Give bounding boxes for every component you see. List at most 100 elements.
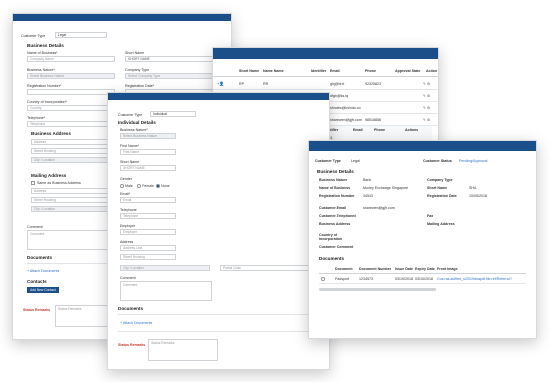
cell-email: shrutes@ksindo.co <box>330 106 361 110</box>
cell-email: dfgh@ks.tq <box>330 94 349 98</box>
street-input[interactable]: Street Housing <box>120 254 176 260</box>
gender-female-radio[interactable] <box>137 184 141 188</box>
business-street-input[interactable]: Street Housing <box>31 148 115 154</box>
window-header-bar <box>309 141 536 151</box>
row-action-icons[interactable]: ✎ ⚙ <box>423 118 430 122</box>
email-input[interactable]: Email <box>120 197 176 203</box>
table-header: Short Name Name Name Identifier Email Ph… <box>213 65 438 77</box>
table-row[interactable]: +👤 RP RR ghj@bl.tt 92325823 ✎ ⚙ <box>213 78 438 90</box>
business-nature-select[interactable]: Select Business Nature <box>27 73 115 79</box>
doc-select-radio[interactable] <box>321 277 325 281</box>
detail-key: Mailing Address <box>427 222 455 226</box>
same-as-business-checkbox[interactable] <box>31 181 35 185</box>
detail-key: Business Address <box>319 222 351 226</box>
customer-type-select[interactable]: Individual <box>150 111 196 117</box>
registration-number-input[interactable] <box>27 89 115 95</box>
expand-user-icon[interactable]: +👤 <box>217 81 224 86</box>
customer-type-label: Customer Type <box>21 34 46 38</box>
mailing-city-input[interactable]: City / Location <box>31 206 115 212</box>
telephone-label: Telephone* <box>27 116 45 120</box>
telephone-input[interactable]: Telephone <box>27 121 115 127</box>
detail-key: Name of Business <box>319 186 351 190</box>
col-short-name[interactable]: Short Name <box>239 69 259 73</box>
company-type-select[interactable]: Select Company Type <box>125 73 213 79</box>
col-identifier[interactable]: Identifier <box>311 69 326 73</box>
sub-col-phone: Phone <box>374 128 385 132</box>
col-phone[interactable]: Phone <box>365 69 376 73</box>
sub-col-actions: Actions <box>405 128 419 132</box>
status-remarks-label: Status Remarks <box>118 343 146 347</box>
registration-number-label: Registration Number* <box>27 84 62 88</box>
detail-value: Money Exchange Singapore <box>363 186 409 190</box>
window-header-bar <box>13 14 231 21</box>
comment-textarea[interactable]: Comment <box>120 281 212 301</box>
doc-cell-front-image-link[interactable]: Cus.ras.ad/ifmt_s/2019dnapdf.file.ref/Re… <box>437 277 527 281</box>
attach-documents-link[interactable]: + Attach Documents <box>27 269 59 273</box>
cell-name: RR <box>263 82 269 86</box>
business-address-heading: Business Address <box>31 131 71 136</box>
col-action[interactable]: Action <box>426 69 437 73</box>
detail-key: Short Name <box>427 186 448 190</box>
country-input[interactable]: Country <box>27 105 115 111</box>
horizontal-scrollbar[interactable] <box>319 288 436 291</box>
documents-table-row[interactable]: Passport 1234573 03/10/2018 03/10/2018 C… <box>319 275 526 284</box>
documents-table-header: Document Document Number Issue Date Expi… <box>319 265 526 274</box>
customer-type-select[interactable]: Legal <box>55 32 107 38</box>
comment-textarea[interactable]: Comment <box>27 230 119 250</box>
gender-none-radio[interactable] <box>156 184 160 188</box>
detail-key: Customer Comment <box>319 245 354 249</box>
telephone-input[interactable]: Telephone <box>120 213 176 219</box>
business-details-heading: Business Details <box>27 43 64 48</box>
detail-key: Business Nature <box>319 178 348 182</box>
short-name-input[interactable]: SHORT NAME <box>120 165 176 171</box>
detail-value: 34543 <box>363 194 373 198</box>
business-address-input[interactable]: Address <box>31 139 115 145</box>
customer-type-label: Customer Type <box>118 113 143 117</box>
detail-key: Registration Date <box>427 194 457 198</box>
row-action-icons[interactable]: ✎ ⚙ <box>423 94 430 98</box>
customer-type-label: Customer Type <box>315 159 341 163</box>
mailing-street-input[interactable]: Street Housing <box>31 197 115 203</box>
mailing-address-heading: Mailing Address <box>31 173 67 178</box>
status-remarks-textarea[interactable]: Status Remarks <box>148 339 218 361</box>
telephone-label: Telephone <box>120 208 137 212</box>
cell-short-name: RP <box>239 82 244 86</box>
employer-label: Employer <box>120 224 136 228</box>
business-nature-label: Business Nature* <box>120 128 148 132</box>
detail-key: Customer.Email <box>319 206 347 210</box>
attach-documents-link[interactable]: + Attach Documents <box>120 321 152 325</box>
name-of-business-input[interactable]: Company Name <box>27 56 115 62</box>
business-nature-select[interactable]: Select Business Nature <box>120 133 176 139</box>
short-name-label: Short Name <box>125 51 145 55</box>
col-name[interactable]: Name Name <box>263 69 284 73</box>
gender-label: Gender <box>120 177 132 181</box>
doc-cell-number: 1234573 <box>359 277 373 281</box>
row-action-icons[interactable]: ✎ ⚙ <box>423 82 430 86</box>
address-input[interactable]: Address Line <box>120 245 176 251</box>
gender-none-label: None <box>161 184 170 188</box>
col-email[interactable]: Email <box>330 69 340 73</box>
divider <box>118 331 318 332</box>
business-nature-label: Business Nature* <box>27 68 55 72</box>
mailing-address-input[interactable]: Address <box>31 188 115 194</box>
documents-heading: Documents <box>27 255 53 260</box>
customer-status-value: Pending/Approval <box>459 159 488 163</box>
first-name-input[interactable]: First Name <box>120 149 176 155</box>
business-city-input[interactable]: City / Location <box>31 157 115 163</box>
short-name-input[interactable]: SHORT NAME <box>125 56 213 62</box>
comment-label: Comment <box>27 225 43 229</box>
add-new-contact-button[interactable]: Add New Contact <box>27 287 59 293</box>
row-action-icons[interactable]: ✎ ⚙ <box>423 106 430 110</box>
gender-male-radio[interactable] <box>120 184 124 188</box>
col-approval-state[interactable]: Approval State <box>395 69 420 73</box>
cell-phone: 98518856 <box>365 118 381 122</box>
same-as-business-label: Same as Business Address <box>37 181 81 185</box>
employer-input[interactable]: Employer <box>120 229 176 235</box>
city-select[interactable]: City / Location <box>120 265 210 271</box>
cell-email: ghj@bl.tt <box>330 82 345 86</box>
status-remarks-label: Status Remarks <box>23 308 51 312</box>
postal-code-input[interactable]: Postal Code <box>220 265 310 271</box>
registration-date-label: Registration Date* <box>125 84 155 88</box>
detail-key: Registration Number <box>319 194 355 198</box>
window-header-bar <box>108 93 329 100</box>
